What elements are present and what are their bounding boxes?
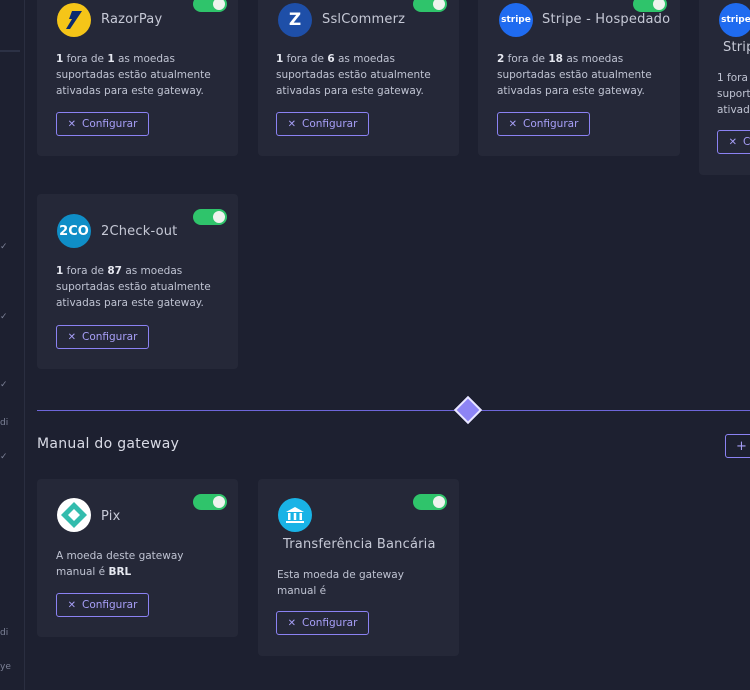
sidebar-check-icon[interactable]: ✓ [0, 452, 8, 462]
sidebar-item-label[interactable]: di [0, 628, 8, 638]
gateway-toggle[interactable] [413, 0, 447, 12]
razorpay-icon [57, 3, 91, 37]
gateway-toggle[interactable] [193, 0, 227, 12]
sidebar-check-icon[interactable]: ✓ [0, 242, 8, 252]
pix-icon [57, 498, 91, 532]
sslcommerz-icon: Z [278, 3, 312, 37]
manual-gateway-card-bank-transfer: Transferência Bancária Esta moeda de gat… [258, 479, 459, 656]
gateway-description: 2 fora de 18 as moedas suportadas estão … [497, 53, 652, 97]
gateway-toggle[interactable] [193, 209, 227, 225]
tools-icon: ✕ [67, 599, 76, 611]
gateway-toggle[interactable] [633, 0, 667, 12]
gateway-description: 1 fora de 6 as moedas suportadas estão a… [276, 53, 431, 97]
gateway-name: RazorPay [101, 12, 163, 27]
section-divider [37, 410, 750, 411]
gateway-name: Transferência Bancária [283, 537, 436, 552]
tools-icon: ✕ [67, 331, 76, 343]
configure-button[interactable]: ✕Configurar [56, 112, 149, 136]
gateway-card-2checkout: 2CO 2Check-out 1 fora de 87 as moedas su… [37, 194, 238, 369]
sidebar-check-icon[interactable]: ✓ [0, 380, 8, 390]
gateway-name: Stripe - Hospedado [542, 12, 671, 27]
sidebar-divider [0, 50, 20, 52]
bank-icon [278, 498, 312, 532]
gateway-name: Pix [101, 509, 121, 524]
stripe-icon: stripe [719, 3, 750, 37]
tools-icon: ✕ [728, 136, 737, 148]
gateway-description: 1 fora suport ativad [717, 72, 750, 116]
configure-button[interactable]: ✕Configurar [56, 593, 149, 617]
add-manual-gateway-button[interactable]: + [725, 434, 750, 458]
section-title: Manual do gateway [37, 436, 180, 452]
tools-icon: ✕ [287, 617, 296, 629]
stripe-icon: stripe [499, 3, 533, 37]
configure-button[interactable]: ✕Configurar [276, 611, 369, 635]
tools-icon: ✕ [508, 118, 517, 130]
configure-button[interactable]: ✕Configurar [717, 130, 750, 154]
gateway-name: 2Check-out [101, 224, 178, 239]
gateway-card-razorpay: RazorPay 1 fora de 1 as moedas suportada… [37, 0, 238, 156]
sidebar [0, 0, 25, 690]
tools-icon: ✕ [287, 118, 296, 130]
2checkout-icon: 2CO [57, 214, 91, 248]
gateway-card-stripe-hospedado: stripe Stripe - Hospedado 2 fora de 18 a… [478, 0, 680, 156]
gateway-toggle[interactable] [193, 494, 227, 510]
gateway-description: 1 fora de 1 as moedas suportadas estão a… [56, 53, 211, 97]
configure-button[interactable]: ✕Configurar [56, 325, 149, 349]
configure-button[interactable]: ✕Configurar [276, 112, 369, 136]
divider-diamond-icon [453, 395, 483, 425]
manual-gateway-card-pix: Pix A moeda deste gateway manual é BRL ✕… [37, 479, 238, 637]
sidebar-check-icon[interactable]: ✓ [0, 312, 8, 322]
sidebar-item-label[interactable]: ye [0, 662, 11, 672]
gateway-card-sslcommerz: Z SslCommerz 1 fora de 6 as moedas supor… [258, 0, 459, 156]
gateway-name: SslCommerz [322, 12, 406, 27]
gateway-toggle[interactable] [413, 494, 447, 510]
gateway-description: Esta moeda de gateway manual é [277, 569, 404, 597]
gateway-description: 1 fora de 87 as moedas suportadas estão … [56, 265, 211, 309]
gateway-card-stripe: stripe Strip 1 fora suport ativad ✕Confi… [699, 0, 750, 175]
tools-icon: ✕ [67, 118, 76, 130]
gateway-description: A moeda deste gateway manual é BRL [56, 550, 184, 578]
gateway-name: Strip [723, 40, 750, 55]
configure-button[interactable]: ✕Configurar [497, 112, 590, 136]
sidebar-item-label[interactable]: di [0, 418, 8, 428]
